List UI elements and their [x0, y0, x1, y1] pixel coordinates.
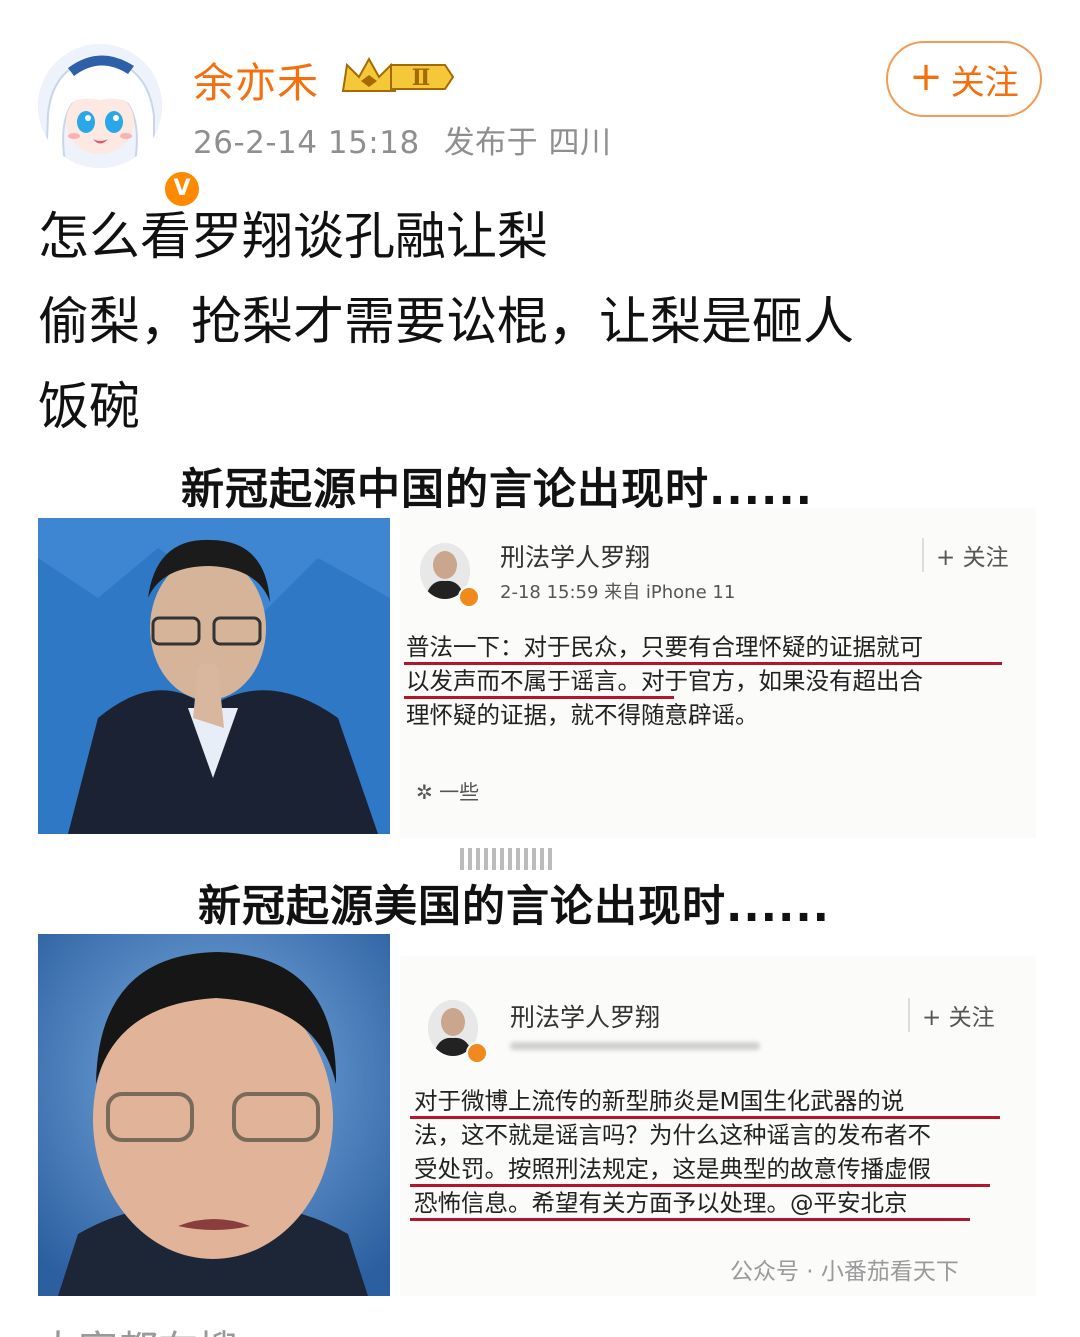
member-level-badge: Ⅱ [341, 55, 455, 99]
card-footer: ✲ 一些 [416, 780, 480, 804]
sparkle-icon: ✲ [416, 780, 440, 804]
card-author-name: 刑法学人罗翔 [510, 1003, 661, 1032]
speaker-photo-bottom [38, 934, 390, 1296]
username[interactable]: 余亦禾 [193, 49, 319, 109]
card-follow-label: + 关注 [922, 538, 1009, 572]
underline-mark [404, 696, 674, 699]
user-avatar[interactable]: V [38, 44, 202, 209]
next-post-peek: 大家都在搜 [38, 1318, 238, 1337]
card-body-line: 对于微博上流传的新型肺炎是M国生化武器的说 [414, 1087, 905, 1115]
speaker-photo-top [38, 518, 390, 834]
member-level-text: Ⅱ [412, 65, 431, 91]
post-meta: 26-2-14 15:18 发布于 四川 [193, 117, 636, 162]
card-follow-label: + 关注 [908, 998, 995, 1032]
weibo-card-top: 刑法学人罗翔 2-18 15:59 来自 iPhone 11 + 关注 普法一下… [400, 508, 1036, 838]
underline-mark [410, 1218, 970, 1221]
post-text: 怎么看罗翔谈孔融让梨 偷梨，抢梨才需要讼棍，让梨是砸人 饭碗 [38, 195, 1048, 450]
post-text-line: 怎么看罗翔谈孔融让梨 [38, 208, 549, 267]
card-body-line: 以发声而不属于谣言。对于官方，如果没有超出合 [406, 667, 923, 695]
plus-icon: + [909, 54, 943, 100]
card-body-line: 恐怖信息。希望有关方面予以处理。@平安北京 [414, 1189, 908, 1217]
follow-label: 关注 [950, 62, 1019, 103]
card-body: 普法一下：对于民众，只要有合理怀疑的证据就可 以发声而不属于谣言。对于官方，如果… [406, 630, 923, 732]
post-timestamp: 26-2-14 15:18 [193, 125, 420, 161]
card-body-line: 受处罚。按照刑法规定，这是典型的故意传播虚假 [414, 1155, 931, 1183]
blurred-meta [510, 1042, 760, 1050]
card-meta: 2-18 15:59 来自 iPhone 11 [500, 582, 736, 603]
post-text-line: 饭碗 [38, 378, 141, 437]
post-location: 发布于 四川 [443, 125, 612, 161]
card-body-line: 法，这不就是谣言吗？为什么这种谣言的发布者不 [414, 1121, 931, 1149]
weibo-card-bottom: 刑法学人罗翔 + 关注 对于微博上流传的新型肺炎是M国生化武器的说 法，这不就是… [400, 956, 1036, 1296]
card-body-line: 普法一下：对于民众，只要有合理怀疑的证据就可 [406, 633, 923, 661]
underline-mark [404, 662, 1002, 665]
card-verified-icon [466, 1042, 488, 1064]
card-body: 对于微博上流传的新型肺炎是M国生化武器的说 法，这不就是谣言吗？为什么这种谣言的… [414, 1084, 931, 1220]
card-verified-icon [458, 586, 480, 608]
card-body-line: 理怀疑的证据，就不得随意辟谣。 [406, 701, 759, 729]
underline-mark [410, 1116, 1000, 1119]
scroll-dots [460, 848, 552, 870]
post-image[interactable]: 新冠起源中国的言论出现时...... 刑法学人罗翔 2-18 15:59 来自 … [36, 440, 1039, 1302]
avatar-illustration [38, 44, 162, 168]
follow-button[interactable]: + 关注 [886, 41, 1042, 117]
card-author-name: 刑法学人罗翔 [500, 543, 651, 572]
image-caption-bottom: 新冠起源美国的言论出现时...... [198, 882, 831, 932]
image-watermark: 公众号 · 小番茄看天下 [730, 1259, 959, 1285]
post-text-line: 偷梨，抢梨才需要讼棍，让梨是砸人 [38, 293, 855, 352]
underline-mark [410, 1184, 990, 1187]
